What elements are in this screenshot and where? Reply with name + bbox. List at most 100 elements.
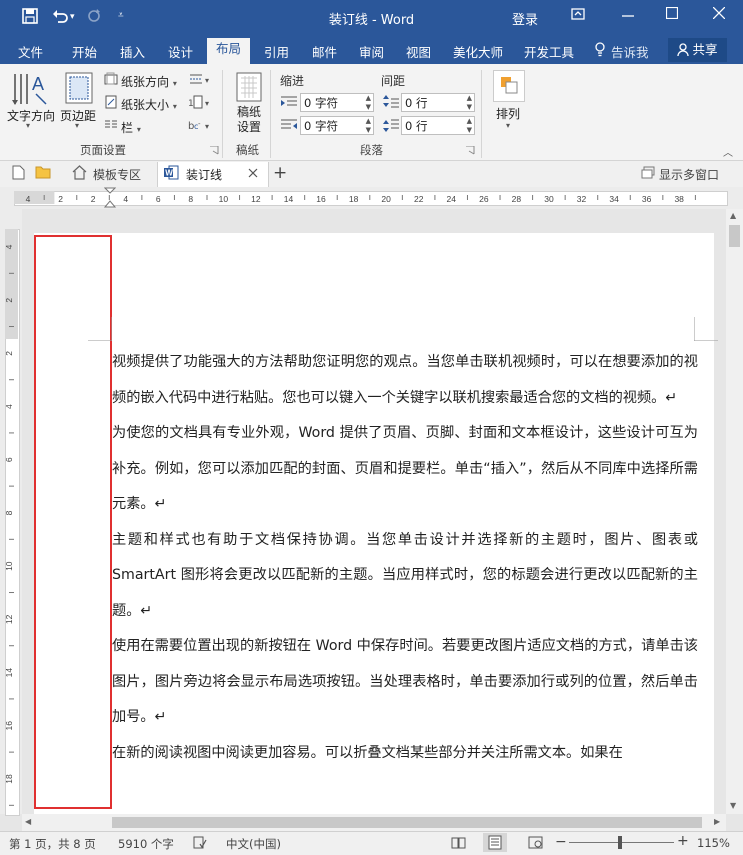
margins-icon[interactable] xyxy=(65,72,93,104)
maximize-icon[interactable] xyxy=(666,7,678,19)
tell-me-search[interactable]: 告诉我 xyxy=(611,42,649,61)
text-direction-icon[interactable]: A xyxy=(12,70,50,108)
paragraph[interactable]: 使用在需要位置出现的新按钮在 Word 中保存时间。若要更改图片适应文档的方式，… xyxy=(112,629,698,736)
horizontal-ruler[interactable]: 4 2 2 4 6 8 10 12 14 16 18 20 22 24 26 28 30 32 34 36 38 xyxy=(0,187,743,209)
spacing-before-input[interactable]: 0 行 ▲ ▼ xyxy=(401,93,475,112)
indent-left-input[interactable]: 0 字符 ▲ ▼ xyxy=(300,93,374,112)
collapse-ribbon-icon[interactable]: ︿ xyxy=(723,144,733,159)
tab-beautify-master[interactable]: 美化大师 xyxy=(453,42,503,61)
first-line-indent-marker-icon[interactable] xyxy=(104,187,116,209)
tab-view[interactable]: 视图 xyxy=(406,42,431,61)
ruler-tick-label: 14 xyxy=(5,668,14,678)
templates-tab[interactable]: 模板专区 xyxy=(93,166,141,183)
page-setup-group-label: 页面设置 xyxy=(80,143,126,157)
page-setup-dialog-launcher-icon[interactable] xyxy=(210,146,219,155)
spacing-header: 间距 xyxy=(381,74,406,88)
tab-review[interactable]: 审阅 xyxy=(359,42,384,61)
spinner-arrows-icon[interactable]: ▲ ▼ xyxy=(366,117,371,135)
close-icon[interactable] xyxy=(713,7,725,19)
paragraph[interactable]: 在新的阅读视图中阅读更加容易。可以折叠文档某些部分并关注所需文本。如果在 xyxy=(112,736,698,772)
print-layout-icon[interactable] xyxy=(483,833,507,852)
draft-paper-icon[interactable] xyxy=(236,72,262,102)
spacing-after-input[interactable]: 0 行 ▲ ▼ xyxy=(401,116,475,135)
arrange-dropdown-icon[interactable]: ▾ xyxy=(506,121,510,130)
zoom-out-icon[interactable]: − xyxy=(555,834,567,850)
tab-insert[interactable]: 插入 xyxy=(120,42,145,61)
text-direction-dropdown-icon[interactable]: ▾ xyxy=(26,121,30,130)
ruler-ticks: 4 2 2 4 6 8 10 12 14 16 18 20 22 24 26 28 30 32 34 36 38 xyxy=(14,191,696,204)
proofing-icon[interactable] xyxy=(193,836,207,849)
vertical-scrollbar[interactable]: ▲ ▼ xyxy=(726,209,743,814)
indent-right-input[interactable]: 0 字符 ▲ ▼ xyxy=(300,116,374,135)
vertical-ruler[interactable]: 4 2 2 4 6 8 10 12 14 16 18 xyxy=(0,209,22,816)
indent-right-icon xyxy=(281,118,297,132)
page[interactable]: 视频提供了功能强大的方法帮助您证明您的观点。当您单击联机视频时，可以在想要添加的… xyxy=(34,233,718,814)
scroll-right-arrow-icon[interactable]: ▶ xyxy=(714,817,720,826)
document-body[interactable]: 视频提供了功能强大的方法帮助您证明您的观点。当您单击联机视频时，可以在想要添加的… xyxy=(112,345,698,771)
paragraph[interactable]: 为使您的文档具有专业外观，Word 提供了页眉、页脚、封面和文本框设计，这些设计… xyxy=(112,416,698,523)
svg-text:W: W xyxy=(165,169,173,178)
folder-icon[interactable] xyxy=(35,165,51,179)
document-canvas[interactable]: 视频提供了功能强大的方法帮助您证明您的观点。当您单击联机视频时，可以在想要添加的… xyxy=(22,209,726,814)
tab-layout[interactable]: 布局 xyxy=(207,38,251,64)
tab-design[interactable]: 设计 xyxy=(168,42,193,61)
spinner-arrows-icon[interactable]: ▲ ▼ xyxy=(366,94,371,112)
top-right-margin-corner xyxy=(694,317,718,341)
read-mode-icon[interactable] xyxy=(451,836,466,849)
page-icon[interactable] xyxy=(12,165,25,180)
text-direction-button[interactable]: 文字方向 xyxy=(7,107,55,124)
scroll-up-arrow-icon[interactable]: ▲ xyxy=(730,211,736,220)
show-multi-window-button[interactable]: 显示多窗口 xyxy=(659,166,719,183)
share-button[interactable]: 共享 xyxy=(668,38,727,62)
scrollbar-thumb[interactable] xyxy=(729,225,740,247)
hyphenation-icon[interactable]: b c - ▾ xyxy=(188,118,214,132)
ruler-tick-label: 24 xyxy=(447,194,457,204)
paragraph[interactable]: 主题和样式也有助于文档保持协调。当您单击设计并选择新的主题时，图片、图表或Sma… xyxy=(112,523,698,630)
top-left-margin-corner xyxy=(88,317,112,341)
scrollbar-thumb[interactable] xyxy=(112,817,702,828)
group-divider xyxy=(222,70,223,158)
tab-home[interactable]: 开始 xyxy=(72,42,97,61)
spinner-arrows-icon[interactable]: ▲ ▼ xyxy=(467,94,472,112)
scroll-left-arrow-icon[interactable]: ◀ xyxy=(25,817,31,826)
margins-dropdown-icon[interactable]: ▾ xyxy=(75,121,79,130)
ruler-tick-label: 28 xyxy=(512,194,522,204)
columns-icon xyxy=(104,118,118,132)
login-link[interactable]: 登录 xyxy=(512,9,538,28)
word-count[interactable]: 5910 个字 xyxy=(118,836,174,852)
ribbon-layout-panel: A 文字方向 ▾ 页边距 ▾ 纸张方向 ▾ 纸张大小 ▾ 栏 ▾ ▾ 1 ▾ bc… xyxy=(0,64,743,161)
language-indicator[interactable]: 中文(中国) xyxy=(226,836,281,852)
tab-developer[interactable]: 开发工具 xyxy=(524,42,574,61)
arrange-icon[interactable] xyxy=(493,70,525,102)
size-button[interactable]: 纸张大小 ▾ xyxy=(121,96,177,113)
tell-me-icon[interactable] xyxy=(594,42,606,57)
ribbon-display-options-icon[interactable] xyxy=(571,7,585,21)
orientation-button[interactable]: 纸张方向 ▾ xyxy=(121,73,177,90)
document-tab-bar: 模板专区 W 装订线 + 显示多窗口 xyxy=(0,161,743,188)
horizontal-scrollbar[interactable]: ◀ ▶ xyxy=(22,814,726,831)
new-tab-plus-icon[interactable]: + xyxy=(273,163,287,183)
minimize-icon[interactable] xyxy=(622,8,634,22)
arrange-button[interactable]: 排列 xyxy=(496,105,520,122)
line-numbers-icon[interactable]: 1 ▾ xyxy=(188,95,214,109)
paragraph[interactable]: 视频提供了功能强大的方法帮助您证明您的观点。当您单击联机视频时，可以在想要添加的… xyxy=(112,345,698,416)
web-layout-icon[interactable] xyxy=(528,836,543,849)
tab-references[interactable]: 引用 xyxy=(264,42,289,61)
paragraph-dialog-launcher-icon[interactable] xyxy=(466,146,475,155)
spinner-arrows-icon[interactable]: ▲ ▼ xyxy=(467,117,472,135)
tab-mailings[interactable]: 邮件 xyxy=(312,42,337,61)
ruler-tick-label: 12 xyxy=(251,194,261,204)
draft-paper-button[interactable]: 稿纸设置 xyxy=(237,105,263,135)
tab-file[interactable]: 文件 xyxy=(18,42,43,61)
breaks-icon[interactable]: ▾ xyxy=(188,72,214,86)
zoom-level[interactable]: 115% xyxy=(697,836,730,850)
ruler-tick-label: 26 xyxy=(479,194,489,204)
close-tab-icon[interactable] xyxy=(248,165,258,178)
zoom-slider-thumb[interactable] xyxy=(618,836,622,849)
scroll-down-arrow-icon[interactable]: ▼ xyxy=(730,801,736,810)
ruler-ticks: 4 2 2 4 6 8 10 12 14 16 18 xyxy=(5,229,18,806)
columns-button[interactable]: 栏 ▾ xyxy=(121,119,141,136)
zoom-in-icon[interactable]: + xyxy=(677,833,689,849)
page-count[interactable]: 第 1 页，共 8 页 xyxy=(9,836,96,852)
ruler-tick-label: 10 xyxy=(219,194,229,204)
